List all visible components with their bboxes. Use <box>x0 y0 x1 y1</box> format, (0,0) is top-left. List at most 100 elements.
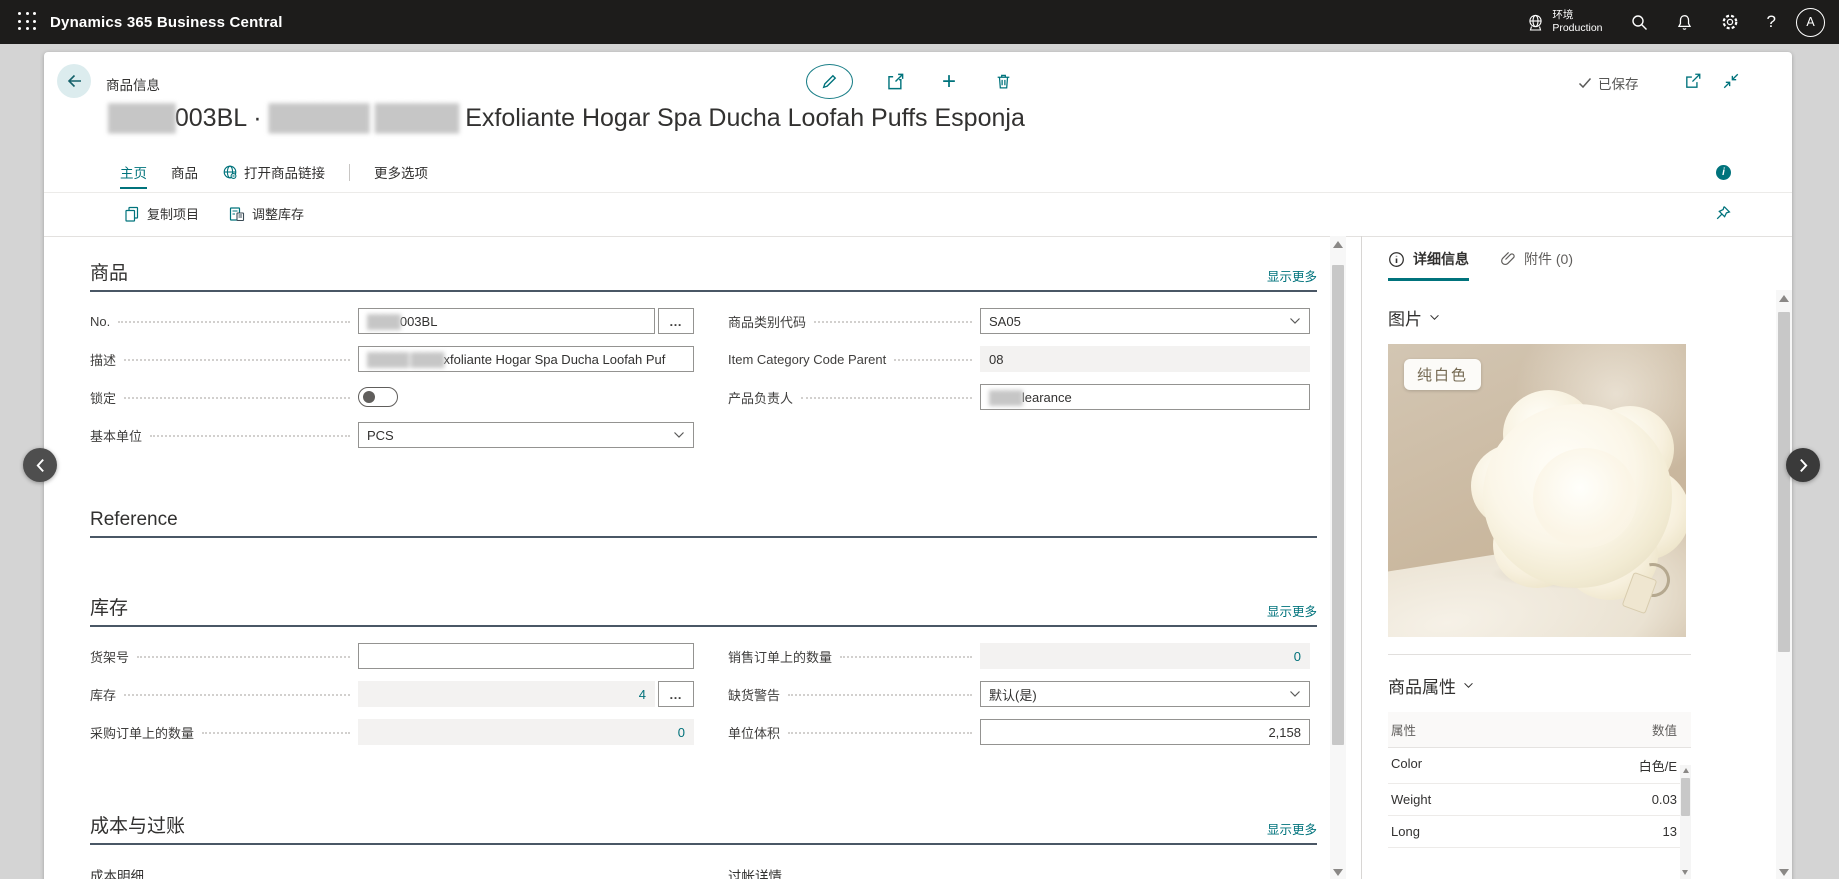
dotted-leader <box>150 424 350 437</box>
delete-button[interactable] <box>991 70 1015 94</box>
globe-link-icon <box>222 164 238 180</box>
attributes-table: 属性 数值 Color 白色/E Weight 0.03 Long 13 <box>1388 712 1691 848</box>
attributes-section-toggle[interactable]: 商品属性 <box>1388 673 1692 698</box>
field-qty-purch-order: 采购订单上的数量 0 <box>90 719 694 745</box>
scroll-up-arrow[interactable] <box>1779 295 1789 302</box>
unit-volume-input[interactable]: 2,158 <box>980 719 1310 745</box>
field-item-category: 商品类别代码 SA05 <box>728 308 1310 334</box>
back-button[interactable] <box>57 64 91 98</box>
inventory-assist-button[interactable]: … <box>658 681 694 707</box>
scroll-down-arrow[interactable] <box>1333 869 1343 876</box>
show-more-link[interactable]: 显示更多 <box>1267 819 1317 838</box>
field-item-category-parent: Item Category Code Parent 08 <box>728 346 1310 372</box>
factbox-tab-attachments[interactable]: 附件 (0) <box>1501 249 1573 278</box>
show-more-link[interactable]: 显示更多 <box>1267 266 1317 285</box>
avatar[interactable]: A <box>1796 8 1825 37</box>
field-label: 产品负责人 <box>728 388 793 407</box>
tab-item[interactable]: 商品 <box>171 162 198 189</box>
tab-more-options[interactable]: 更多选项 <box>374 162 428 189</box>
field-qty-sales-order: 销售订单上的数量 0 <box>728 643 1310 669</box>
dotted-leader <box>788 721 972 734</box>
field-product-owner: 产品负责人 ████learance <box>728 384 1310 410</box>
main-scrollbar[interactable] <box>1330 236 1346 879</box>
dotted-leader <box>894 348 972 361</box>
show-more-link[interactable]: 显示更多 <box>1267 601 1317 620</box>
field-label: 锁定 <box>90 388 116 407</box>
factbox-panel: 详细信息 附件 (0) 图片 <box>1361 236 1792 879</box>
scrollbar-thumb[interactable] <box>1778 312 1790 652</box>
group-cost-details: 成本明细 <box>90 865 694 879</box>
attributes-table-header: 属性 数值 <box>1388 712 1691 748</box>
field-shelf-no: 货架号 <box>90 643 694 669</box>
scrollbar-thumb[interactable] <box>1681 778 1690 816</box>
column-header: 属性 <box>1391 720 1416 739</box>
settings-icon[interactable] <box>1707 0 1753 44</box>
factbox-scrollbar[interactable] <box>1776 290 1792 879</box>
scroll-up-arrow[interactable] <box>1333 241 1343 248</box>
input-value: xfoliante Hogar Spa Ducha Loofah Puf <box>444 352 666 367</box>
base-uom-select[interactable]: PCS <box>358 422 694 448</box>
copy-item-action[interactable]: 复制项目 <box>124 204 199 223</box>
scroll-down-arrow[interactable] <box>1682 870 1688 875</box>
blocked-toggle[interactable] <box>358 387 398 407</box>
field-inventory: 库存 4 … <box>90 681 694 707</box>
scroll-up-arrow[interactable] <box>1683 768 1689 773</box>
qty-purch-order-value: 0 <box>358 719 694 745</box>
environment-icon <box>1526 13 1545 32</box>
field-label: 单位体积 <box>728 723 780 742</box>
product-owner-input[interactable]: ████learance <box>980 384 1310 410</box>
input-value: learance <box>1022 390 1072 405</box>
divider <box>1388 654 1691 655</box>
tab-open-item-link[interactable]: 打开商品链接 <box>222 162 325 189</box>
adjust-inventory-icon <box>229 206 245 222</box>
new-button[interactable]: + <box>937 70 961 94</box>
previous-record-button[interactable] <box>23 448 57 482</box>
pin-icon[interactable] <box>1714 205 1731 222</box>
product-image[interactable]: 纯白色 <box>1388 344 1686 637</box>
dotted-leader <box>118 310 350 323</box>
table-row[interactable]: Weight 0.03 <box>1388 784 1691 816</box>
redacted-text: ████ <box>108 104 175 132</box>
notifications-icon[interactable] <box>1662 0 1707 44</box>
open-in-new-window-icon[interactable] <box>1684 72 1702 90</box>
no-input[interactable]: ████003BL <box>358 308 655 334</box>
dotted-leader <box>814 310 972 323</box>
field-blocked: 锁定 <box>90 384 694 410</box>
scroll-down-arrow[interactable] <box>1779 869 1789 876</box>
environment-button[interactable]: 环境 Production <box>1512 0 1616 44</box>
save-status: 已保存 <box>1578 73 1639 93</box>
help-icon[interactable]: ? <box>1753 0 1790 44</box>
dotted-leader <box>840 645 972 658</box>
scrollbar-thumb[interactable] <box>1332 265 1344 745</box>
dotted-leader <box>124 386 350 399</box>
picture-section-toggle[interactable]: 图片 <box>1388 305 1692 330</box>
search-icon[interactable] <box>1617 0 1662 44</box>
collapse-icon[interactable] <box>1722 72 1740 90</box>
adjust-inventory-action[interactable]: 调整库存 <box>229 204 304 223</box>
item-category-select[interactable]: SA05 <box>980 308 1310 334</box>
chevron-down-icon <box>1463 682 1474 689</box>
shelf-no-input[interactable] <box>358 643 694 669</box>
next-record-button[interactable] <box>1786 448 1820 482</box>
dotted-leader <box>137 645 350 658</box>
table-row[interactable]: Long 13 <box>1388 816 1691 848</box>
chevron-down-icon <box>1429 314 1440 321</box>
no-assist-button[interactable]: … <box>658 308 694 334</box>
app-launcher-icon[interactable] <box>18 12 38 32</box>
share-button[interactable] <box>883 70 907 94</box>
edit-button[interactable] <box>806 64 853 99</box>
divider <box>44 192 1792 193</box>
description-input[interactable]: █████ ████xfoliante Hogar Spa Ducha Loof… <box>358 346 694 372</box>
section-inventory-header: 库存 显示更多 <box>90 593 1317 627</box>
field-stockout-warning: 缺货警告 默认(是) <box>728 681 1310 707</box>
select-value: 默认(是) <box>989 685 1037 704</box>
stockout-warning-select[interactable]: 默认(是) <box>980 681 1310 707</box>
tab-home[interactable]: 主页 <box>120 162 147 189</box>
inventory-value: 4 <box>358 681 655 707</box>
factbox-tab-details[interactable]: 详细信息 <box>1388 249 1469 281</box>
table-row[interactable]: Color 白色/E <box>1388 748 1691 784</box>
redacted-text: ████ <box>989 390 1022 405</box>
info-icon[interactable]: i <box>1716 165 1731 180</box>
attributes-table-scrollbar[interactable] <box>1680 765 1691 879</box>
info-circle-icon <box>1388 251 1405 268</box>
